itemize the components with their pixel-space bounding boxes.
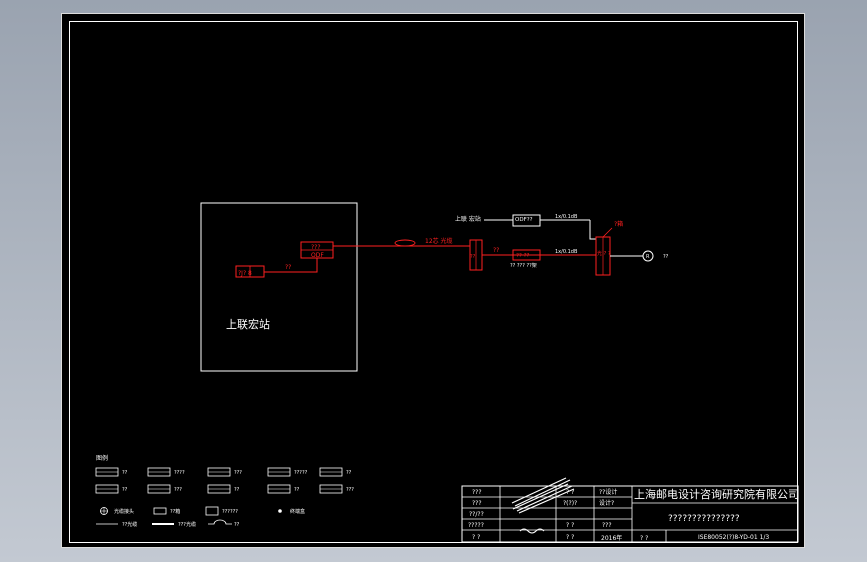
- legend-label: ??: [234, 487, 240, 493]
- legend-label: ??: [122, 470, 128, 476]
- legend-label: ??: [122, 487, 128, 493]
- terminal-label: ??: [663, 254, 669, 260]
- tb-left-2: ??/??: [469, 511, 484, 518]
- legend-label: ??光缆: [122, 521, 137, 528]
- drawing-number: ISE80052(?)8-YD-01 1/3: [698, 534, 769, 541]
- mid-caption: ?? ??? ??架: [510, 263, 537, 269]
- legend-label: ??: [234, 522, 240, 528]
- trunk-cable-label: 12芯 光缆: [425, 237, 453, 245]
- terminal-mark: R: [646, 254, 650, 260]
- tb-c2-1: ?(?)?: [563, 500, 577, 507]
- legend-label: ???: [174, 487, 182, 493]
- scale-cell: ? ?: [640, 535, 648, 542]
- legend-label: ??????: [222, 509, 238, 515]
- legend-symbol: [205, 506, 219, 516]
- drawing-date: 2016年: [601, 534, 622, 542]
- legend-label: ???光缆: [178, 521, 196, 528]
- legend-label: ??: [294, 487, 300, 493]
- mid-box-label: ?? ??: [516, 253, 530, 259]
- station-boundary: [200, 202, 358, 372]
- station-node-1-label: ?J? 8: [238, 270, 252, 277]
- drawing-title: ???????????????: [668, 514, 740, 524]
- legend-symbol: [153, 507, 167, 515]
- tb-c2-2: ? ?: [566, 522, 574, 529]
- tb-left-1: ???: [472, 500, 482, 507]
- tb-c2-3: ? ?: [566, 534, 574, 541]
- trunk-unit-label: ??: [470, 254, 476, 260]
- legend-label: ???: [234, 470, 242, 476]
- upper-feed-label: 上联 宏站: [455, 215, 481, 223]
- station-link-label: ??: [285, 264, 291, 271]
- cabinet-label: 光 ? ?: [597, 250, 611, 257]
- legend: 图例 ????????????????????????? ???光缆接头 ??箱??…: [95, 454, 354, 528]
- legend-symbol: [278, 509, 282, 513]
- upper-odf-label: ODF??: [515, 217, 533, 223]
- station-block: 上联宏站 ?J? 8 ?? ??? ODF: [200, 202, 358, 372]
- legend-title: 图例: [96, 454, 108, 462]
- tb-c3-0: ??设计: [599, 488, 617, 496]
- tb-left-0: ???: [472, 489, 482, 496]
- tb-left-3: ?????: [468, 522, 484, 529]
- legend-label: ?????: [294, 470, 308, 476]
- title-block: 上海邮电设计咨询研究院有限公司 ??????????????? ISE80052…: [461, 477, 799, 543]
- station-name: 上联宏站: [226, 317, 270, 331]
- legend-label: ???: [346, 487, 354, 493]
- station-odf-bottom: ODF: [311, 252, 324, 259]
- legend-label: ??箱: [170, 508, 180, 515]
- mid-ratio-label: 1x/0.1dB: [555, 249, 578, 255]
- tb-c3-2: ???: [602, 522, 612, 529]
- company-name: 上海邮电设计咨询研究院有限公司: [634, 487, 799, 501]
- cabinet-title: ?箱: [614, 220, 623, 228]
- station-odf-top: ???: [311, 244, 321, 251]
- upper-ratio-label: 1x/0.1dB: [555, 214, 578, 220]
- cable-joint-icon: [394, 239, 416, 247]
- legend-label: ??: [346, 470, 352, 476]
- trunk-link-label: ??: [493, 247, 499, 254]
- diagram-canvas: 上联宏站 ?J? 8 ?? ??? ODF 12芯 光缆 ?? ?? 上联 宏站…: [95, 202, 799, 543]
- legend-label: ????: [174, 470, 185, 476]
- legend-label: 光缆接头: [114, 508, 134, 515]
- tb-left-4: ? ?: [472, 534, 480, 541]
- legend-symbol: [208, 519, 232, 525]
- tb-c3-1: 设计?: [599, 499, 614, 507]
- right-cabinet-group: 上联 宏站 ODF?? 1x/0.1dB ?? ?? ?? ??? ??架 1x…: [455, 214, 669, 276]
- legend-label: 终端盒: [290, 508, 305, 515]
